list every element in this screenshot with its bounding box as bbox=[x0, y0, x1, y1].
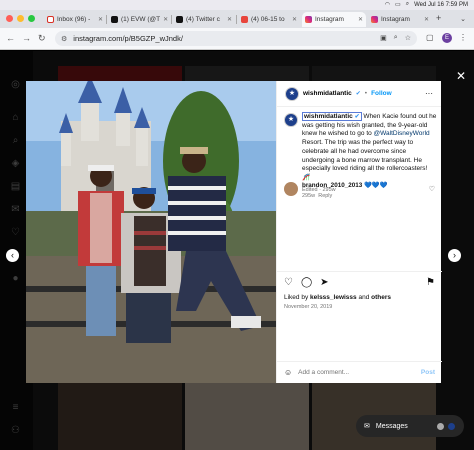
post-modal: ★ wishmidatlantic ✔ • Follow ··· ★ wishm… bbox=[26, 81, 442, 383]
likes-summary: Liked by kelsss_lewisss and others bbox=[284, 294, 391, 301]
clock[interactable]: Wed Jul 16 7:59 PM bbox=[414, 2, 468, 8]
tab-instagram-active[interactable]: Instagram ✕ bbox=[302, 12, 366, 27]
likes-others-link[interactable]: others bbox=[371, 294, 391, 301]
close-icon[interactable]: ✕ bbox=[456, 69, 466, 83]
tab-evw[interactable]: (1) EVW (@T ✕ bbox=[108, 12, 170, 27]
new-tab-button[interactable]: + bbox=[436, 13, 441, 23]
add-comment-bar: ☺ Add a comment... Post bbox=[277, 361, 442, 383]
verified-badge-icon: ✔ bbox=[354, 114, 360, 120]
avatar[interactable]: ★ bbox=[284, 113, 298, 127]
caption-mention-link[interactable]: @WaltDisneyWorld bbox=[374, 130, 430, 137]
close-tab-icon[interactable]: ✕ bbox=[292, 16, 297, 23]
tab-strip: Inbox (96) - ✕ (1) EVW (@T ✕ (4) Twitter c… bbox=[0, 10, 474, 28]
reload-button[interactable]: ↻ bbox=[38, 33, 46, 44]
back-button[interactable]: ← bbox=[6, 33, 15, 43]
more-options-icon[interactable]: ··· bbox=[425, 89, 433, 98]
forward-button[interactable]: → bbox=[22, 33, 31, 43]
url-text[interactable]: instagram.com/p/B5GZP_wJndk/ bbox=[73, 34, 183, 43]
browser-toolbar: ← → ↻ ⚙ instagram.com/p/B5GZP_wJndk/ ▣ ⌕… bbox=[0, 28, 474, 50]
tab-instagram[interactable]: Instagram ✕ bbox=[368, 12, 432, 27]
messages-label: Messages bbox=[375, 422, 408, 430]
caption-text-end: Resort. The trip was the perfect way to … bbox=[302, 139, 428, 181]
tab-sheet[interactable]: (4) 06-15 to ✕ bbox=[238, 12, 300, 27]
wifi-icon[interactable]: ◠ bbox=[385, 1, 390, 8]
instagram-icon bbox=[305, 16, 312, 23]
zoom-icon[interactable]: ⌕ bbox=[394, 34, 398, 42]
comment-text: 💙💙💙 bbox=[363, 182, 388, 189]
messenger-icon: ✉ bbox=[364, 423, 370, 430]
post-photo-image bbox=[26, 81, 276, 383]
tab-inbox[interactable]: Inbox (96) - ✕ bbox=[44, 12, 106, 27]
avatar bbox=[436, 421, 445, 431]
likes-user-link[interactable]: kelsss_lewisss bbox=[310, 294, 357, 301]
menubar: ◠ ▭ ⌕ Wed Jul 16 7:59 PM bbox=[0, 0, 474, 10]
search-icon[interactable]: ⌕ bbox=[406, 1, 409, 8]
messages-avatars bbox=[436, 421, 456, 431]
install-icon[interactable]: ▣ bbox=[380, 34, 387, 42]
share-send-icon[interactable]: ➤ bbox=[320, 277, 328, 288]
caption-username[interactable]: wishmidatlantic ✔ bbox=[302, 112, 362, 121]
previous-post-button[interactable]: ‹ bbox=[6, 249, 19, 262]
post-photo[interactable] bbox=[26, 81, 276, 383]
reply-button[interactable]: Reply bbox=[318, 193, 332, 199]
comment-age: 295w bbox=[302, 193, 316, 199]
extensions-icon[interactable]: ▢ bbox=[426, 33, 434, 42]
avatar[interactable]: ★ bbox=[285, 86, 299, 101]
post-actions: ♡ ◯ ➤ ⚑ Liked by kelsss_lewisss and othe… bbox=[277, 271, 442, 315]
close-tab-icon[interactable]: ✕ bbox=[163, 16, 168, 23]
address-bar[interactable]: ⚙ instagram.com/p/B5GZP_wJndk/ ▣ ⌕ ☆ bbox=[55, 31, 417, 46]
post-username[interactable]: wishmidatlantic bbox=[303, 90, 352, 97]
tab-twitter[interactable]: (4) Twitter c ✕ bbox=[173, 12, 235, 27]
minimize-window-button[interactable] bbox=[17, 15, 24, 22]
like-comment-heart-icon[interactable]: ♡ bbox=[429, 185, 435, 193]
messages-pill[interactable]: ✉ Messages bbox=[356, 415, 464, 437]
follow-button[interactable]: Follow bbox=[371, 90, 392, 97]
add-comment-input[interactable]: Add a comment... bbox=[298, 369, 349, 376]
comment-item: brandon_2010_2013 💙💙💙 295w Reply ♡ bbox=[284, 182, 437, 199]
site-info-icon[interactable]: ⚙ bbox=[61, 35, 67, 43]
close-tab-icon[interactable]: ✕ bbox=[227, 16, 232, 23]
close-window-button[interactable] bbox=[6, 15, 13, 22]
close-tab-icon[interactable]: ✕ bbox=[424, 16, 429, 23]
close-tab-icon[interactable]: ✕ bbox=[358, 16, 363, 23]
comment-username[interactable]: brandon_2010_2013 bbox=[302, 182, 362, 189]
window-controls bbox=[6, 15, 35, 22]
close-tab-icon[interactable]: ✕ bbox=[98, 16, 103, 23]
post-date: November 20, 2019 bbox=[284, 304, 333, 310]
save-bookmark-icon[interactable]: ⚑ bbox=[426, 277, 435, 288]
avatar[interactable] bbox=[284, 182, 298, 196]
emoji-icon[interactable]: ☺ bbox=[284, 368, 292, 377]
x-icon bbox=[176, 16, 183, 23]
avatar bbox=[447, 421, 456, 431]
post-comment-button[interactable]: Post bbox=[421, 369, 435, 376]
bookmark-star-icon[interactable]: ☆ bbox=[405, 34, 411, 42]
x-icon bbox=[111, 16, 118, 23]
comment-bubble-icon[interactable]: ◯ bbox=[301, 277, 312, 288]
gmail-icon bbox=[47, 16, 54, 23]
like-heart-icon[interactable]: ♡ bbox=[284, 277, 293, 288]
post-header: ★ wishmidatlantic ✔ • Follow ··· bbox=[277, 81, 441, 107]
profile-avatar[interactable]: E bbox=[442, 33, 452, 43]
chevron-down-icon[interactable]: ⌄ bbox=[460, 15, 466, 23]
zoom-window-button[interactable] bbox=[28, 15, 35, 22]
instagram-icon bbox=[371, 16, 378, 23]
post-details-panel: ★ wishmidatlantic ✔ • Follow ··· ★ wishm… bbox=[276, 81, 442, 383]
document-icon bbox=[241, 16, 248, 23]
kebab-menu-icon[interactable]: ⋮ bbox=[459, 33, 467, 42]
battery-icon[interactable]: ▭ bbox=[395, 1, 401, 8]
verified-badge-icon: ✔ bbox=[355, 91, 361, 97]
next-post-button[interactable]: › bbox=[448, 249, 461, 262]
